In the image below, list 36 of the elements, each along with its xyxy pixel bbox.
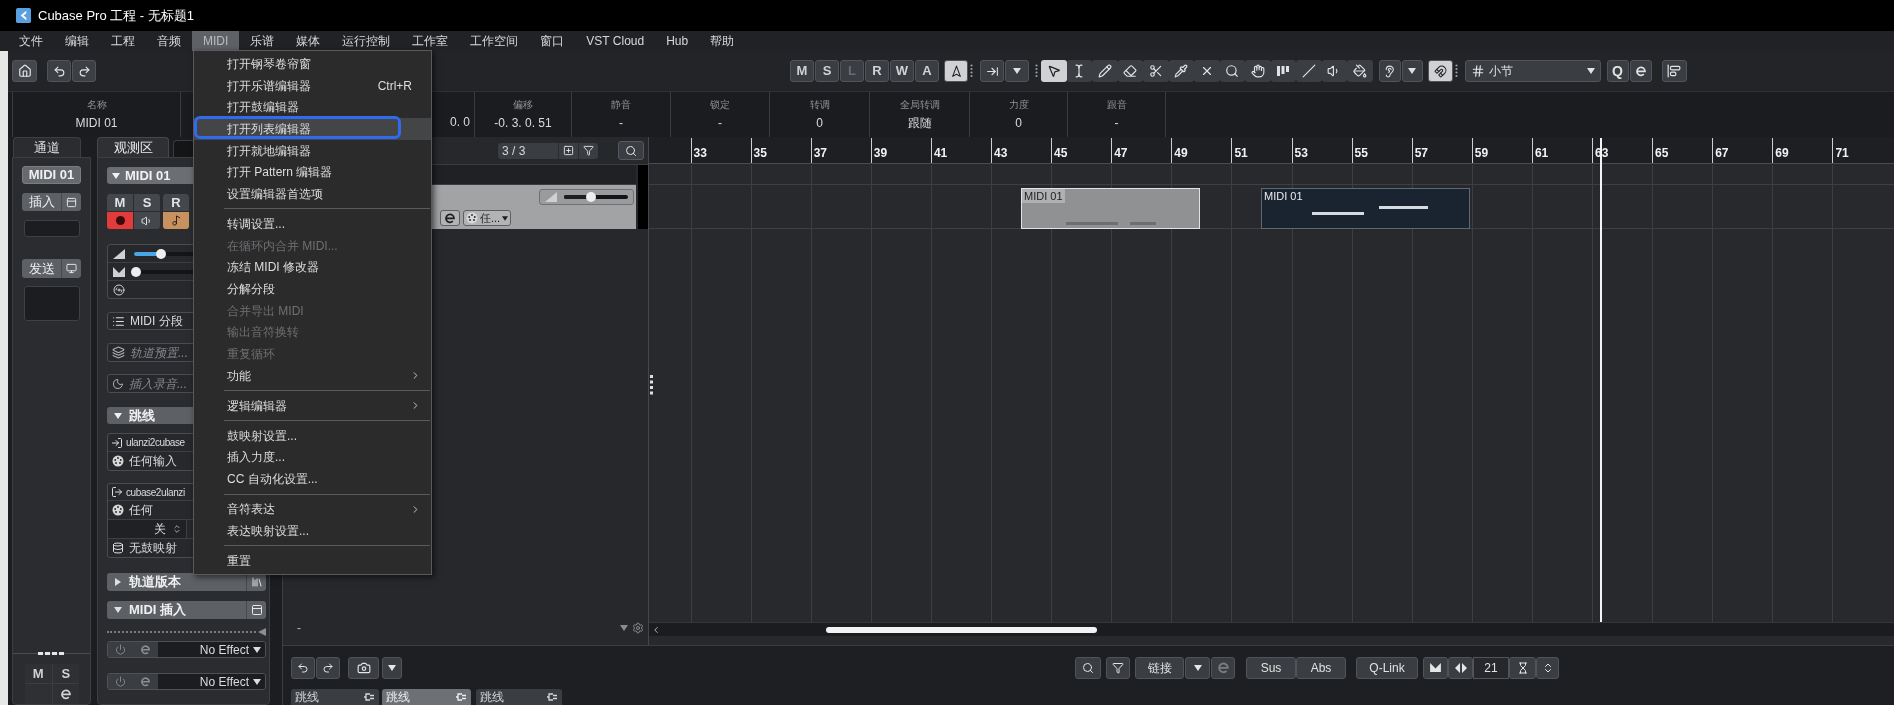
- ruler-label: 69: [1775, 145, 1789, 162]
- ruler-label: 49: [1174, 145, 1188, 162]
- ruler-label: 71: [1835, 145, 1849, 162]
- ruler-label: 55: [1354, 145, 1368, 162]
- ruler-label: 41: [933, 145, 948, 162]
- ruler-label: 59: [1474, 145, 1489, 162]
- ruler-label: 35: [753, 145, 767, 162]
- part-name: MIDI 01: [1022, 189, 1065, 203]
- section-title: 跳线: [129, 406, 155, 425]
- ruler-label: 47: [1114, 145, 1128, 162]
- ruler-label: 43: [994, 145, 1008, 162]
- track-name: MIDI 01: [125, 166, 171, 185]
- info-label: 力度: [1008, 98, 1029, 112]
- ruler-label: 53: [1294, 145, 1308, 162]
- ruler-label: 67: [1715, 145, 1729, 162]
- part-name: MIDI 01: [1263, 189, 1304, 203]
- section-title: MIDI 插入: [129, 601, 188, 620]
- window-title: Cubase Pro 工程 - 无标题1: [38, 6, 195, 25]
- ruler-label: 33: [693, 145, 707, 162]
- info-label: 全局转调: [899, 98, 940, 112]
- info-label: 转调: [809, 98, 830, 112]
- info-label: 跟音: [1106, 98, 1127, 112]
- info-label: 锁定: [710, 98, 730, 112]
- ruler-label: 65: [1655, 145, 1669, 162]
- ruler-label: 51: [1234, 145, 1248, 162]
- track-list-status: -: [297, 620, 301, 637]
- info-label: 名称: [86, 98, 107, 112]
- ruler-label: 37: [813, 145, 828, 162]
- section-title: 轨道版本: [129, 573, 182, 592]
- ruler-label: 39: [873, 145, 888, 162]
- info-label: 静音: [611, 98, 631, 112]
- ruler-label: 61: [1534, 145, 1549, 162]
- ruler-label: 57: [1414, 145, 1429, 162]
- info-label: 偏移: [513, 98, 533, 112]
- ruler-label: 45: [1054, 145, 1068, 162]
- menu-shortcut: Ctrl+R: [377, 77, 412, 95]
